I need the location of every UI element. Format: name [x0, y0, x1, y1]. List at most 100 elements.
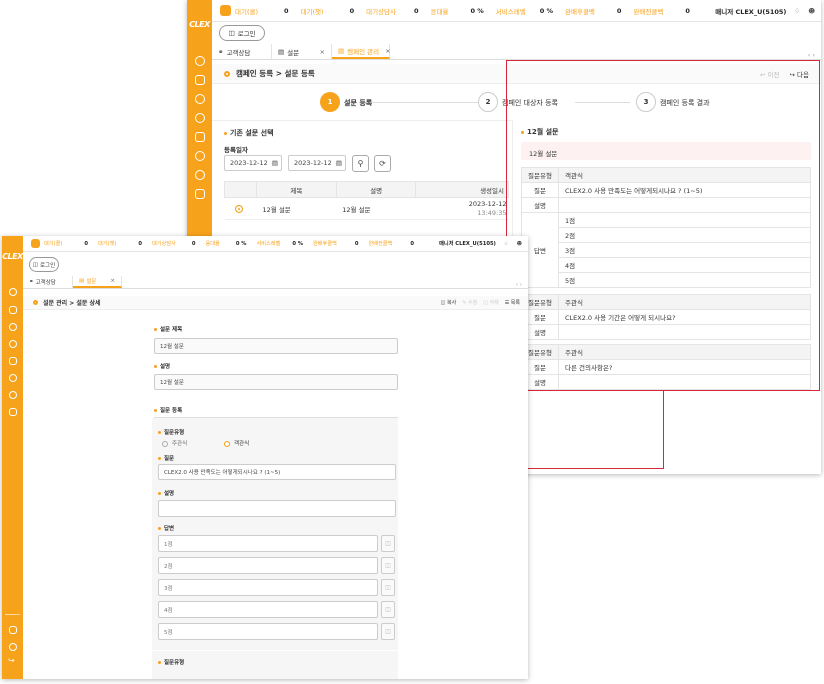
calendar-icon[interactable]: ▤ [336, 159, 342, 167]
message-icon[interactable] [8, 357, 17, 365]
stat-value: 0 [685, 6, 690, 15]
divider [152, 650, 398, 651]
option-objective[interactable]: 객관식 [224, 439, 249, 447]
copy-button[interactable]: ◫ 복사 [441, 299, 457, 306]
answer-delete-button[interactable]: ◫ [381, 557, 395, 574]
support-icon[interactable] [8, 374, 17, 382]
close-icon[interactable]: × [314, 48, 325, 56]
radio[interactable] [224, 440, 230, 447]
title-field[interactable]: 12월 설문 [154, 338, 398, 354]
desc-field[interactable]: 12월 설문 [154, 374, 398, 390]
title-marker-icon [224, 70, 230, 77]
document-icon[interactable] [8, 408, 17, 416]
message-icon[interactable] [194, 132, 205, 142]
close-icon[interactable]: × [379, 47, 390, 55]
login-button[interactable]: ◫ 로그인 [219, 25, 265, 41]
refresh-button[interactable]: ⟳ [374, 155, 391, 172]
label: 질문유형 [164, 660, 185, 666]
edit-label: 수정 [467, 300, 478, 306]
trash-icon: ◫ [385, 628, 391, 635]
headset-icon[interactable] [194, 56, 205, 66]
answer-field[interactable]: 5점 [158, 623, 378, 640]
date-to-input[interactable]: 2023-12-12 ▤ [288, 155, 346, 171]
monitor-icon[interactable] [8, 626, 17, 634]
stat-label: 서비스레벨 [256, 241, 281, 247]
refresh-icon: ⟳ [379, 159, 386, 168]
row-radio[interactable] [234, 204, 243, 213]
tab-customer-consult[interactable]: ⚭ 고객상담 [23, 276, 73, 288]
clock-icon[interactable] [194, 170, 205, 180]
question-desc-field[interactable] [158, 500, 396, 517]
headset-icon[interactable] [8, 288, 17, 296]
clipboard-icon[interactable] [194, 75, 205, 85]
clock-icon[interactable] [8, 391, 17, 399]
desc-field-label: 설명 [154, 362, 170, 370]
stat-label: 대기상담사 [366, 7, 396, 16]
home-icon[interactable] [220, 5, 231, 16]
stat-label: 응대율 [430, 7, 449, 16]
sidebar-divider [5, 614, 20, 615]
question-card: 질문유형 주관식 객관식 질문 CLEX2.0 사용 만족도는 어떻게되시나요 … [152, 418, 398, 679]
answer-value: 3점 [164, 585, 173, 592]
lock-icon: ◫ [228, 29, 235, 37]
row-date: 2023-12-12 [468, 199, 507, 208]
stat-value: 0 % [470, 6, 484, 15]
search-button[interactable]: ⚲ [352, 155, 369, 172]
stat-value: 0 [284, 6, 289, 15]
trash-icon: ◫ [385, 562, 391, 569]
tab-scroll-arrows[interactable]: ‹ › [516, 282, 528, 288]
support-icon[interactable] [194, 151, 205, 161]
user-icon[interactable]: ☻ [517, 241, 522, 247]
document-icon[interactable] [194, 189, 205, 199]
logout-icon[interactable]: ↪ [8, 656, 15, 665]
step-1-number: 1 [320, 92, 340, 112]
answer-field[interactable]: 3점 [158, 579, 378, 596]
option-label: 주관식 [172, 441, 188, 447]
label: 설문 제목 [160, 327, 183, 333]
bell-icon[interactable]: ♢ [794, 7, 800, 15]
answer-delete-button[interactable]: ◫ [381, 535, 395, 552]
chat-icon[interactable] [8, 323, 17, 331]
answer-field[interactable]: 4점 [158, 601, 378, 618]
tab-survey[interactable]: ▤ 설문 × [272, 44, 332, 59]
date-from-input[interactable]: 2023-12-12 ▤ [224, 155, 282, 171]
bell-icon[interactable]: ♢ [504, 241, 509, 247]
user-icon[interactable]: ☻ [808, 7, 815, 15]
delete-button[interactable]: ◫ 삭제 [483, 299, 499, 306]
label: 설명 [164, 491, 175, 497]
list-button[interactable]: ☰ 목록 [505, 299, 520, 306]
highlight-box [506, 60, 820, 391]
tab-label: 설문 [86, 279, 97, 285]
delete-label: 삭제 [489, 300, 499, 306]
tab-bar: ⚭ 고객상담 ▤ 설문 × ‹ › [23, 276, 528, 289]
stat-value: 0 [138, 240, 142, 247]
top-status-bar: 대기(콜) 0 대기(챗) 0 대기상담사 0 응대율 0 % 서비스레벨 0 % 완배후… [212, 0, 821, 22]
calendar-icon[interactable]: ▤ [272, 159, 278, 167]
answer-delete-button[interactable]: ◫ [381, 579, 395, 596]
answer-delete-button[interactable]: ◫ [381, 623, 395, 640]
tab-campaign-manage[interactable]: ▤ 캠페인 관리 × [332, 44, 391, 59]
settings-icon[interactable] [8, 643, 17, 651]
option-subjective[interactable]: 주관식 [162, 439, 187, 447]
clipboard-icon[interactable] [8, 306, 17, 314]
tab-customer-consult[interactable]: ⚭ 고객상담 [212, 44, 272, 59]
tab-scroll-arrows[interactable]: ‹ › [808, 51, 821, 59]
question-field[interactable]: CLEX2.0 사용 만족도는 어떻게되시나요 ? (1~5) [158, 464, 396, 480]
answer-field[interactable]: 2점 [158, 557, 378, 574]
close-icon[interactable]: × [104, 278, 115, 284]
answer-delete-button[interactable]: ◫ [381, 601, 395, 618]
history-icon[interactable] [8, 340, 17, 348]
edit-button[interactable]: ✎ 수정 [462, 299, 477, 306]
home-icon[interactable] [31, 239, 40, 248]
label: 답변 [164, 526, 175, 532]
answer-field[interactable]: 1점 [158, 535, 378, 552]
date-label: 등록일자 [224, 146, 248, 154]
chat-icon[interactable] [194, 94, 205, 104]
login-button[interactable]: ◫ 로그인 [29, 257, 59, 272]
stat-value: 0 % [539, 6, 554, 15]
option-label: 객관식 [234, 441, 250, 447]
table-row[interactable]: 12월 설문 12월 설문 2023-12-12 13:49:35 [224, 197, 509, 220]
history-icon[interactable] [194, 113, 205, 123]
radio[interactable] [162, 440, 168, 447]
tab-survey[interactable]: ▤ 설문 × [73, 276, 122, 288]
